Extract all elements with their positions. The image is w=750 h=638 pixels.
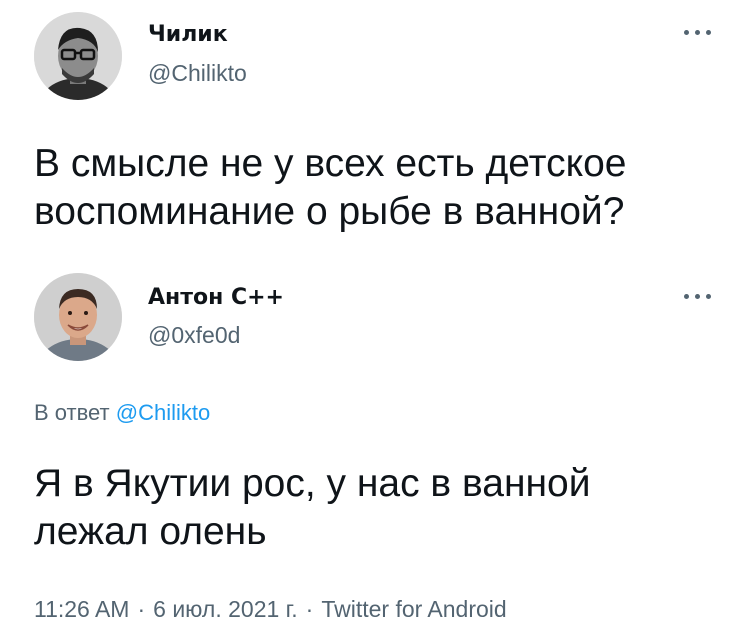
author-avatar[interactable] bbox=[34, 273, 122, 361]
tweet-metadata: 11:26 AM · 6 июл. 2021 г. · Twitter for Andr… bbox=[34, 596, 507, 623]
tweet-text-line: Я в Якутии рос, у нас в ванной bbox=[34, 462, 591, 505]
user-avatar-smiling-icon bbox=[34, 273, 122, 361]
mention-link[interactable]: @Chilikto bbox=[116, 400, 210, 425]
tweet-source[interactable]: Twitter for Android bbox=[321, 596, 506, 622]
tweet-date[interactable]: 6 июл. 2021 г. bbox=[153, 596, 298, 622]
author-handle[interactable]: @0xfe0d bbox=[148, 322, 240, 349]
replying-to-label: В ответ bbox=[34, 400, 110, 425]
tweet-text-line: лежал олень bbox=[34, 510, 267, 553]
tweet-text: Я в Якутии рос, у нас в ванной лежал оле… bbox=[34, 460, 734, 556]
replying-to: В ответ @Chilikto bbox=[34, 400, 210, 426]
meta-separator: · bbox=[305, 596, 314, 622]
reply-tweet: Антон С++ @0xfe0d В ответ @Chilikto Я в … bbox=[0, 0, 750, 638]
author-name[interactable]: Антон С++ bbox=[148, 285, 284, 310]
tweet-time[interactable]: 11:26 AM bbox=[34, 596, 129, 622]
meta-separator: · bbox=[137, 596, 146, 622]
more-horizontal-icon[interactable] bbox=[682, 288, 714, 304]
